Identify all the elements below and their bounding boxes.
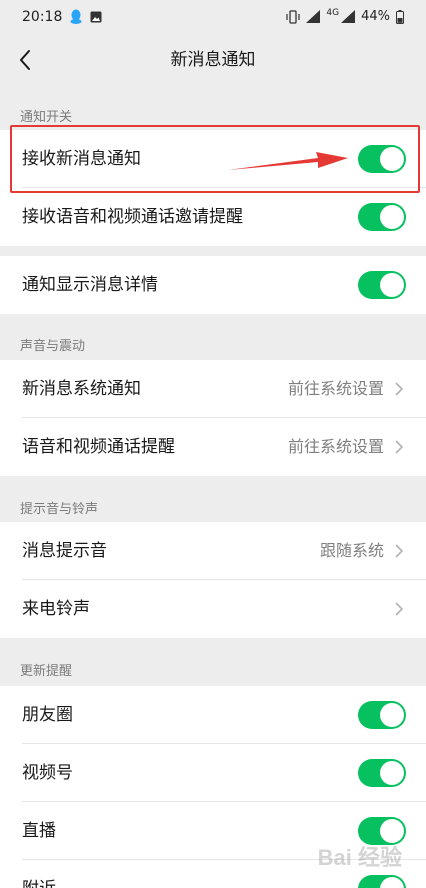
chevron-right-icon [395, 382, 404, 396]
row-call-reminder[interactable]: 语音和视频通话提醒 前往系统设置 [0, 418, 426, 476]
row-label: 消息提示音 [22, 541, 107, 561]
row-label: 通知显示消息详情 [22, 275, 158, 295]
qq-icon [70, 9, 82, 24]
battery-percent: 44% [361, 9, 390, 24]
status-time: 20:18 [22, 9, 63, 25]
row-value: 前往系统设置 [287, 379, 384, 398]
row-label: 接收语音和视频通话邀请提醒 [22, 207, 243, 227]
section-label-tones: 提示音与铃声 [20, 502, 99, 517]
row-call-invite-reminder[interactable]: 接收语音和视频通话邀请提醒 [0, 188, 426, 246]
row-label: 接收新消息通知 [22, 149, 141, 169]
network-type: 4G [326, 7, 340, 18]
toggle-nearby[interactable] [358, 875, 406, 888]
nav-bar: 新消息通知 [0, 36, 426, 84]
section-label-updates: 更新提醒 [20, 664, 73, 679]
row-receive-new-message[interactable]: 接收新消息通知 [0, 130, 426, 188]
row-label: 附近 [22, 860, 56, 888]
row-label: 语音和视频通话提醒 [22, 437, 175, 457]
row-new-message-system-notify[interactable]: 新消息系统通知 前往系统设置 [0, 360, 426, 418]
row-label: 来电铃声 [22, 599, 90, 619]
toggle-knob [380, 877, 404, 888]
status-right: 4G 44% [286, 7, 404, 24]
watermark: Bai 经验 [317, 845, 402, 870]
row-label: 新消息系统通知 [22, 379, 141, 399]
toggle-show-message-detail[interactable] [358, 271, 406, 299]
toggle-knob [380, 147, 404, 171]
row-show-message-detail[interactable]: 通知显示消息详情 [0, 256, 426, 314]
row-value: 前往系统设置 [287, 437, 384, 456]
row-label: 直播 [22, 821, 56, 841]
signal-icon-2 [341, 10, 356, 23]
battery-icon [396, 9, 404, 24]
row-channels[interactable]: 视频号 [0, 744, 426, 802]
toggle-knob [380, 273, 404, 297]
row-label: 视频号 [22, 763, 73, 783]
row-label: 朋友圈 [22, 705, 73, 725]
signal-icon [306, 10, 321, 23]
toggle-receive-new-message[interactable] [358, 145, 406, 173]
vibrate-icon [286, 9, 300, 24]
screen: 20:18 4G 44% 新消息通知 通知开关 接收新消息通知 接收语音和视频通… [0, 0, 426, 888]
chevron-right-icon [395, 544, 404, 558]
row-moments[interactable]: 朋友圈 [0, 686, 426, 744]
row-ringtone[interactable]: 来电铃声 [0, 580, 426, 638]
image-icon [90, 11, 102, 23]
toggle-call-invite-reminder[interactable] [358, 203, 406, 231]
toggle-knob [380, 703, 404, 727]
section-label-sound-vibrate: 声音与震动 [20, 339, 86, 354]
toggle-knob [380, 761, 404, 785]
page-title: 新消息通知 [170, 50, 256, 70]
row-value: 跟随系统 [319, 541, 384, 560]
toggle-channels[interactable] [358, 759, 406, 787]
row-message-tone[interactable]: 消息提示音 跟随系统 [0, 522, 426, 580]
toggle-knob [380, 205, 404, 229]
toggle-moments[interactable] [358, 701, 406, 729]
chevron-right-icon [395, 440, 404, 454]
section-label-notify-switch: 通知开关 [20, 110, 73, 125]
status-bar: 20:18 4G 44% [0, 0, 426, 36]
chevron-right-icon [395, 602, 404, 616]
